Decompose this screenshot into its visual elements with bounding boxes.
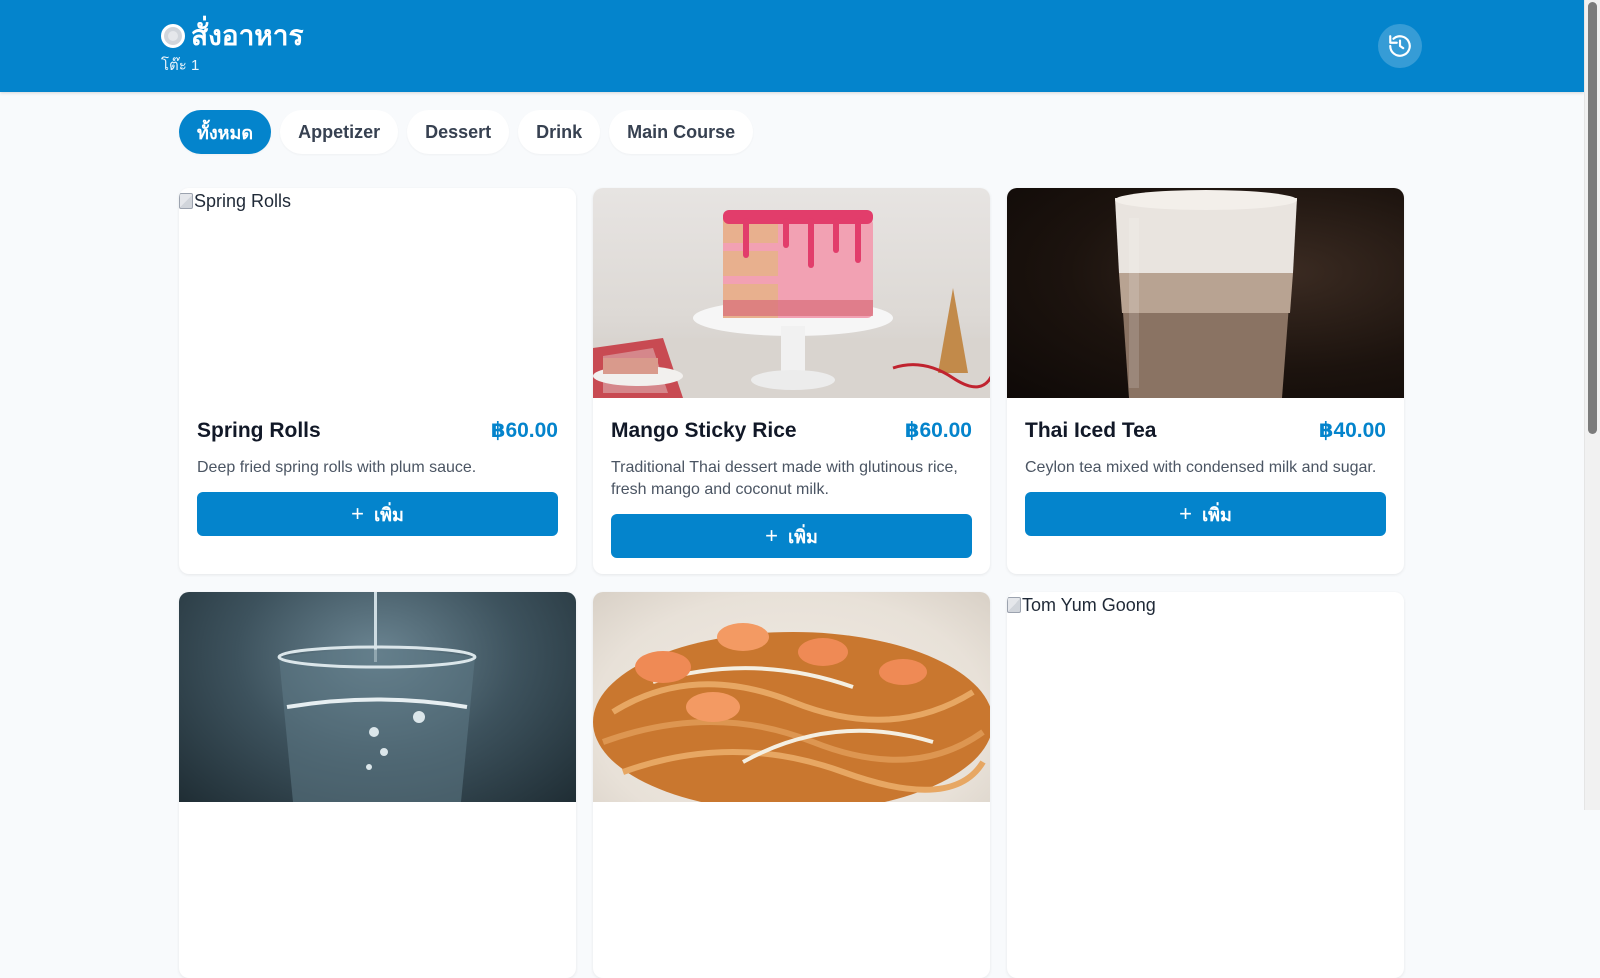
table-number: โต๊ะ 1: [161, 57, 200, 74]
menu-item-price: ฿40.00: [1318, 419, 1386, 442]
menu-item-image: Spring Rolls: [179, 188, 576, 398]
card-body: Spring Rolls ฿60.00 Deep fried spring ro…: [179, 398, 576, 554]
tea-illustration: [1115, 190, 1297, 398]
menu-item-image: Tom Yum Goong: [1007, 592, 1404, 802]
menu-item-image: [179, 592, 576, 802]
menu-item-price: ฿60.00: [904, 419, 972, 442]
add-button-label: เพิ่ม: [787, 526, 818, 547]
menu-item-description: Traditional Thai dessert made with gluti…: [611, 459, 958, 498]
menu-item-image: [593, 188, 990, 398]
menu-item-image: [593, 592, 990, 802]
menu-card: [179, 592, 576, 978]
menu-item-name: Spring Rolls: [197, 419, 321, 442]
plus-icon: +: [351, 501, 364, 526]
scrollbar-thumb[interactable]: [1588, 2, 1597, 434]
plate-icon: [161, 24, 185, 48]
image-alt-text: Spring Rolls: [194, 191, 292, 211]
add-button-label: เพิ่ม: [373, 504, 404, 525]
menu-item-description: Ceylon tea mixed with condensed milk and…: [1025, 459, 1377, 476]
add-to-order-button[interactable]: + เพิ่ม: [197, 492, 558, 536]
menu-item-description: Deep fried spring rolls with plum sauce.: [197, 459, 477, 476]
menu-card: Spring Rolls Spring Rolls ฿60.00 Deep fr…: [179, 188, 576, 574]
category-tabs: ทั้งหมด Appetizer Dessert Drink Main Cou…: [179, 110, 754, 154]
image-alt-text: Tom Yum Goong: [1022, 595, 1156, 615]
add-to-order-button[interactable]: + เพิ่ม: [1025, 492, 1386, 536]
card-body: Mango Sticky Rice ฿60.00 Traditional Tha…: [593, 398, 990, 574]
menu-item-name: Mango Sticky Rice: [611, 419, 797, 442]
menu-item-price: ฿60.00: [490, 419, 558, 442]
page-scrollbar[interactable]: [1584, 0, 1600, 810]
cake-illustration: [593, 210, 990, 398]
tab-main-course[interactable]: Main Course: [609, 110, 754, 154]
tab-appetizer[interactable]: Appetizer: [280, 110, 399, 154]
add-button-label: เพิ่ม: [1201, 504, 1232, 525]
broken-image-icon: [179, 193, 193, 209]
page-title-text: สั่งอาหาร: [191, 20, 304, 51]
plus-icon: +: [1179, 501, 1192, 526]
broken-image-icon: [1007, 597, 1021, 613]
menu-card: Tom Yum Goong: [1007, 592, 1404, 978]
add-to-order-button[interactable]: + เพิ่ม: [611, 514, 972, 558]
menu-card: [593, 592, 990, 978]
history-icon: [1389, 35, 1411, 57]
menu-grid: Spring Rolls Spring Rolls ฿60.00 Deep fr…: [179, 188, 1405, 978]
menu-item-image: [1007, 188, 1404, 398]
order-history-button[interactable]: [1378, 24, 1422, 68]
page-title: สั่งอาหาร: [161, 18, 304, 54]
menu-card: Mango Sticky Rice ฿60.00 Traditional Tha…: [593, 188, 990, 574]
menu-item-name: Thai Iced Tea: [1025, 419, 1157, 442]
water-illustration: [277, 592, 477, 802]
menu-card: Thai Iced Tea ฿40.00 Ceylon tea mixed wi…: [1007, 188, 1404, 574]
tab-all[interactable]: ทั้งหมด: [179, 110, 272, 154]
noodle-illustration: [593, 623, 990, 802]
tab-drink[interactable]: Drink: [518, 110, 601, 154]
tab-dessert[interactable]: Dessert: [407, 110, 510, 154]
plus-icon: +: [765, 523, 778, 548]
card-body: Thai Iced Tea ฿40.00 Ceylon tea mixed wi…: [1007, 398, 1404, 554]
app-header: สั่งอาหาร โต๊ะ 1: [0, 0, 1584, 92]
